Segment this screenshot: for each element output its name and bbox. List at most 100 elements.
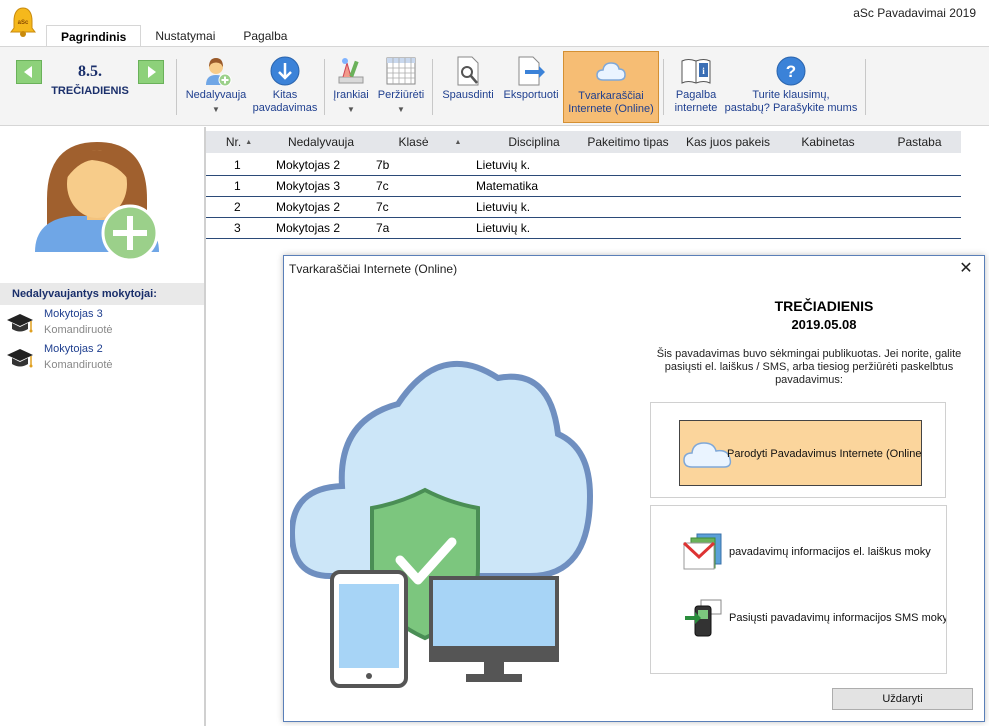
chevron-down-icon: ▼ bbox=[212, 105, 220, 114]
show-online-label: Parodyti Pavadavimus Internete (Online) bbox=[727, 448, 922, 460]
table-row[interactable]: 2 Mokytojas 2 7c Lietuvių k. bbox=[206, 197, 961, 218]
cell-nr: 1 bbox=[234, 158, 241, 172]
questions-label: Turite klausimų, pastabų? Parašykite mum… bbox=[724, 89, 858, 114]
online-schedules-label: Tvarkaraščiai Internete (Online) bbox=[568, 90, 654, 115]
show-online-button[interactable]: Parodyti Pavadavimus Internete (Online) bbox=[679, 420, 922, 486]
print-preview-icon bbox=[457, 56, 479, 86]
online-schedules-dialog: Tvarkaraščiai Internete (Online) ✕ TREČI… bbox=[283, 255, 985, 722]
ribbon-separator bbox=[176, 59, 177, 115]
chevron-down-icon: ▼ bbox=[397, 105, 405, 114]
send-email-label: pavadavimų informacijos el. laiškus moky bbox=[729, 546, 931, 558]
column-header-nr[interactable]: Nr. ▲ bbox=[206, 131, 272, 153]
tab-pagrindinis[interactable]: Pagrindinis bbox=[46, 25, 142, 47]
tab-bar: Pagrindinis Nustatymai Pagalba bbox=[46, 25, 301, 47]
tab-nustatymai[interactable]: Nustatymai bbox=[141, 25, 229, 47]
absent-teacher-reason: Komandiruotė bbox=[44, 359, 113, 371]
column-header-note[interactable]: Pastaba bbox=[878, 131, 961, 153]
column-header-subject[interactable]: Disciplina bbox=[490, 131, 578, 153]
absent-teachers-header: Nedalyvaujantys mokytojai: bbox=[0, 283, 204, 305]
sms-phone-icon bbox=[685, 599, 722, 637]
send-sms-label: Pasiųsti pavadavimų informacijos SMS mok… bbox=[729, 612, 946, 624]
dialog-day: TREČIADIENIS bbox=[774, 298, 874, 314]
teacher-add-icon bbox=[206, 58, 232, 87]
arrow-left-icon bbox=[24, 66, 32, 78]
help-online-button[interactable]: i Pagalba internete bbox=[667, 51, 725, 123]
ribbon-separator bbox=[663, 59, 664, 115]
column-header-room[interactable]: Kabinetas bbox=[778, 131, 878, 153]
absent-teacher-item[interactable]: Mokytojas 3 Komandiruotė bbox=[0, 307, 204, 343]
online-schedules-button[interactable]: Tvarkaraščiai Internete (Online) bbox=[563, 51, 659, 123]
cell-class: 7b bbox=[376, 158, 390, 172]
ribbon-separator bbox=[865, 59, 866, 115]
help-online-label: Pagalba internete bbox=[674, 89, 718, 114]
export-label: Eksportuoti bbox=[503, 89, 559, 101]
close-button[interactable]: Uždaryti bbox=[832, 688, 973, 710]
questions-button[interactable]: ? Turite klausimų, pastabų? Parašykite m… bbox=[722, 51, 860, 123]
cell-subject: Lietuvių k. bbox=[476, 158, 531, 172]
column-header-change-type[interactable]: Pakeitimo tipas bbox=[578, 131, 678, 153]
cell-class: 7a bbox=[376, 221, 390, 235]
tools-label: Įrankiai bbox=[333, 89, 369, 101]
tab-pagalba[interactable]: Pagalba bbox=[229, 25, 301, 47]
sort-asc-icon: ▲ bbox=[245, 139, 253, 146]
ribbon-separator bbox=[324, 59, 325, 115]
table-row[interactable]: 1 Mokytojas 3 7c Matematika bbox=[206, 176, 961, 197]
chevron-down-icon: ▼ bbox=[347, 105, 355, 114]
table-row[interactable]: 3 Mokytojas 2 7a Lietuvių k. bbox=[206, 218, 961, 239]
dialog-message: Šis pavadavimas buvo sėkmingai publikuot… bbox=[656, 348, 962, 386]
cloud-devices-illustration bbox=[290, 361, 594, 688]
column-header-replacement[interactable]: Kas juos pakeis bbox=[678, 131, 778, 153]
cloud-icon bbox=[596, 62, 626, 81]
print-button[interactable]: Spausdinti bbox=[436, 51, 500, 123]
send-sms-button[interactable]: Pasiųsti pavadavimų informacijos SMS mok… bbox=[681, 596, 946, 640]
ribbon-separator bbox=[432, 59, 433, 115]
cell-absent: Mokytojas 3 bbox=[276, 179, 341, 193]
question-icon: ? bbox=[776, 56, 806, 86]
absent-teacher-item[interactable]: Mokytojas 2 Komandiruotė bbox=[0, 342, 204, 378]
close-icon[interactable]: ✕ bbox=[956, 259, 976, 279]
book-info-icon: i bbox=[681, 59, 711, 84]
cell-class: 7c bbox=[376, 200, 389, 214]
bell-icon[interactable]: aSc bbox=[8, 6, 38, 38]
dialog-date: 2019.05.08 bbox=[791, 317, 857, 332]
cell-class: 7c bbox=[376, 179, 389, 193]
graduation-cap-icon bbox=[7, 314, 33, 333]
absent-button-label: Nedalyvauja bbox=[185, 89, 247, 101]
left-panel: Nedalyvaujantys mokytojai: Mokytojas 3 K… bbox=[0, 127, 204, 726]
absent-button[interactable]: Nedalyvauja ▼ bbox=[182, 51, 250, 123]
day-name: TREČIADIENIS bbox=[51, 85, 129, 97]
cell-subject: Lietuvių k. bbox=[476, 200, 531, 214]
absent-teacher-name: Mokytojas 3 bbox=[44, 308, 103, 320]
teacher-avatar bbox=[35, 142, 159, 262]
ribbon-toolbar: 8.5. TREČIADIENIS Nedalyvauja ▼ Kitas pa… bbox=[0, 46, 989, 126]
next-substitution-button[interactable]: Kitas pavadavimas bbox=[250, 51, 320, 123]
mail-icon bbox=[682, 533, 722, 570]
tools-icon bbox=[338, 58, 364, 84]
cell-absent: Mokytojas 2 bbox=[276, 158, 341, 172]
show-online-panel: Parodyti Pavadavimus Internete (Online) bbox=[650, 402, 946, 498]
next-substitution-label: Kitas pavadavimas bbox=[252, 89, 318, 114]
sort-asc-icon: ▲ bbox=[454, 139, 462, 146]
column-header-class[interactable]: Klasė ▲ bbox=[370, 131, 490, 153]
grid-view-icon bbox=[386, 57, 416, 85]
cell-subject: Lietuvių k. bbox=[476, 221, 531, 235]
print-label: Spausdinti bbox=[442, 89, 494, 101]
next-day-button[interactable] bbox=[138, 60, 164, 84]
view-button[interactable]: Peržiūrėti ▼ bbox=[374, 51, 428, 123]
export-button[interactable]: Eksportuoti bbox=[500, 51, 562, 123]
graduation-cap-icon bbox=[7, 349, 33, 368]
svg-text:aSc: aSc bbox=[18, 20, 29, 26]
dialog-title: Tvarkaraščiai Internete (Online) bbox=[289, 262, 458, 276]
cell-nr: 2 bbox=[234, 200, 241, 214]
export-icon bbox=[518, 56, 545, 86]
view-label: Peržiūrėti bbox=[377, 89, 425, 101]
column-header-absent[interactable]: Nedalyvauja bbox=[272, 131, 370, 153]
prev-day-button[interactable] bbox=[16, 60, 42, 84]
send-email-button[interactable]: pavadavimų informacijos el. laiškus moky bbox=[681, 530, 946, 574]
arrow-right-icon bbox=[148, 66, 156, 78]
grid-header: Nr. ▲ Nedalyvauja Klasė ▲ Disciplina Pakei… bbox=[206, 131, 961, 153]
tools-button[interactable]: Įrankiai ▼ bbox=[328, 51, 374, 123]
arrow-down-icon bbox=[270, 56, 300, 86]
table-row[interactable]: 1 Mokytojas 2 7b Lietuvių k. bbox=[206, 155, 961, 176]
cell-subject: Matematika bbox=[476, 179, 539, 193]
